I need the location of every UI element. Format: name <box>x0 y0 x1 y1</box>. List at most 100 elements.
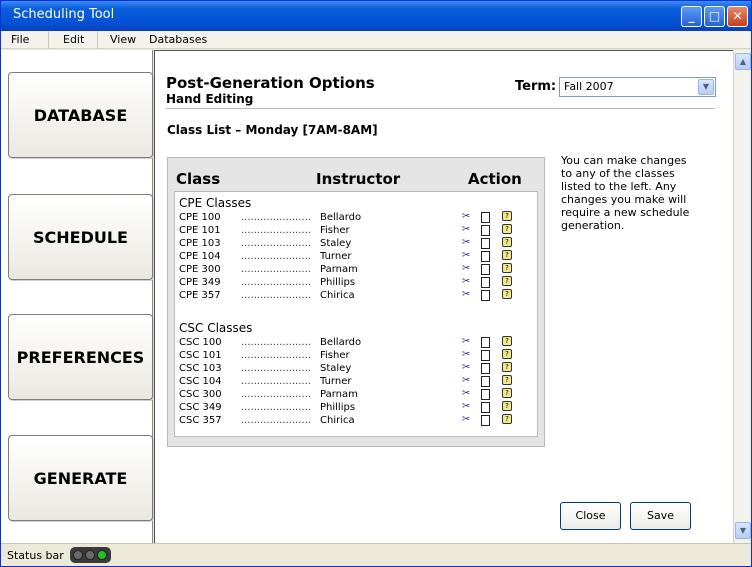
instructor-name[interactable]: Phillips <box>320 276 355 289</box>
help-bubble-icon[interactable]: ? <box>502 237 512 250</box>
term-value: Fall 2007 <box>564 80 614 93</box>
chevron-down-icon[interactable]: ▼ <box>698 79 714 95</box>
instructor-name[interactable]: Turner <box>320 375 351 388</box>
document-icon[interactable] <box>481 250 491 263</box>
document-icon[interactable] <box>481 362 491 375</box>
menu-separator <box>97 31 98 49</box>
help-bubble-icon[interactable]: ? <box>502 263 512 276</box>
document-icon[interactable] <box>481 211 491 224</box>
table-row: CPE 357...................... Chirica ✂? <box>179 289 533 302</box>
instructor-name[interactable]: Bellardo <box>320 211 361 224</box>
scissors-icon[interactable]: ✂ <box>462 211 472 224</box>
page-subtitle: Hand Editing <box>166 92 254 106</box>
scroll-down-icon[interactable]: ▼ <box>735 522 751 539</box>
document-icon[interactable] <box>481 336 491 349</box>
group-title: CSC Classes <box>179 321 253 335</box>
window-title: Scheduling Tool <box>13 7 115 22</box>
help-bubble-icon[interactable]: ? <box>502 375 512 388</box>
scissors-icon[interactable]: ✂ <box>462 237 472 250</box>
scroll-up-icon[interactable]: ▲ <box>735 53 751 70</box>
scissors-icon[interactable]: ✂ <box>462 375 472 388</box>
menu-databases[interactable]: Databases <box>149 33 207 46</box>
class-code: CPE 100 <box>179 212 221 223</box>
help-bubble-icon[interactable]: ? <box>502 414 512 427</box>
document-icon[interactable] <box>481 289 491 302</box>
help-bubble-icon[interactable]: ? <box>502 401 512 414</box>
sidebar: DATABASE SCHEDULE PREFERENCES GENERATE <box>1 50 153 543</box>
instructor-name[interactable]: Staley <box>320 362 351 375</box>
preferences-button[interactable]: PREFERENCES <box>8 314 153 400</box>
instructor-name[interactable]: Chirica <box>320 289 355 302</box>
scissors-icon[interactable]: ✂ <box>462 289 472 302</box>
document-icon[interactable] <box>481 276 491 289</box>
close-window-button[interactable]: ✕ <box>727 6 748 27</box>
main-panel: Post-Generation Options Hand Editing Ter… <box>154 50 733 543</box>
document-icon[interactable] <box>481 224 491 237</box>
app-window: Scheduling Tool _ □ ✕ File Edit View Dat… <box>0 0 752 567</box>
scissors-icon[interactable]: ✂ <box>462 250 472 263</box>
dot-leader: ...................... <box>241 277 311 288</box>
document-icon[interactable] <box>481 375 491 388</box>
document-icon[interactable] <box>481 263 491 276</box>
instructor-name[interactable]: Staley <box>320 237 351 250</box>
title-bar[interactable]: Scheduling Tool _ □ ✕ <box>1 1 751 31</box>
scissors-icon[interactable]: ✂ <box>462 336 472 349</box>
instructor-name[interactable]: Fisher <box>320 349 350 362</box>
instructor-name[interactable]: Bellardo <box>320 336 361 349</box>
schedule-button[interactable]: SCHEDULE <box>8 194 153 280</box>
save-button[interactable]: Save <box>630 502 691 530</box>
help-bubble-icon[interactable]: ? <box>502 349 512 362</box>
instructor-name[interactable]: Phillips <box>320 401 355 414</box>
document-icon[interactable] <box>481 388 491 401</box>
class-code: CPE 349 <box>179 277 221 288</box>
class-code: CSC 357 <box>179 415 222 426</box>
menu-view[interactable]: View <box>110 33 136 46</box>
minimize-button[interactable]: _ <box>681 6 702 27</box>
close-button[interactable]: Close <box>560 502 621 530</box>
menu-file[interactable]: File <box>11 33 29 46</box>
status-light-icon <box>97 550 107 560</box>
scissors-icon[interactable]: ✂ <box>462 276 472 289</box>
class-list-title: Class List – Monday [7AM-8AM] <box>167 123 378 137</box>
menu-edit[interactable]: Edit <box>63 33 84 46</box>
help-bubble-icon[interactable]: ? <box>502 211 512 224</box>
instructor-name[interactable]: Turner <box>320 250 351 263</box>
help-bubble-icon[interactable]: ? <box>502 224 512 237</box>
scissors-icon[interactable]: ✂ <box>462 362 472 375</box>
maximize-button[interactable]: □ <box>704 6 725 27</box>
term-select[interactable]: Fall 2007 ▼ <box>559 77 716 97</box>
document-icon[interactable] <box>481 414 491 427</box>
class-code: CPE 101 <box>179 225 221 236</box>
document-icon[interactable] <box>481 401 491 414</box>
scissors-icon[interactable]: ✂ <box>462 414 472 427</box>
dot-leader: ...................... <box>241 402 311 413</box>
instructor-name[interactable]: Chirica <box>320 414 355 427</box>
help-bubble-icon[interactable]: ? <box>502 336 512 349</box>
database-button[interactable]: DATABASE <box>8 72 153 158</box>
vertical-scrollbar[interactable]: ▲ ▼ <box>733 50 751 543</box>
help-bubble-icon[interactable]: ? <box>502 388 512 401</box>
class-code: CSC 101 <box>179 350 222 361</box>
help-bubble-icon[interactable]: ? <box>502 362 512 375</box>
document-icon[interactable] <box>481 349 491 362</box>
scissors-icon[interactable]: ✂ <box>462 349 472 362</box>
class-code: CSC 103 <box>179 363 222 374</box>
help-bubble-icon[interactable]: ? <box>502 276 512 289</box>
table-row: CSC 103...................... Staley ✂? <box>179 362 533 375</box>
generate-button[interactable]: GENERATE <box>8 435 153 521</box>
scissors-icon[interactable]: ✂ <box>462 388 472 401</box>
scissors-icon[interactable]: ✂ <box>462 401 472 414</box>
table-row: CPE 300...................... Parnam ✂? <box>179 263 533 276</box>
help-bubble-icon[interactable]: ? <box>502 289 512 302</box>
instructor-name[interactable]: Fisher <box>320 224 350 237</box>
table-row: CPE 100...................... Bellardo ✂? <box>179 211 533 224</box>
class-code: CSC 300 <box>179 389 222 400</box>
instructor-name[interactable]: Parnam <box>320 388 358 401</box>
help-bubble-icon[interactable]: ? <box>502 250 512 263</box>
scissors-icon[interactable]: ✂ <box>462 263 472 276</box>
class-code: CSC 349 <box>179 402 222 413</box>
scissors-icon[interactable]: ✂ <box>462 224 472 237</box>
dot-leader: ...................... <box>241 389 311 400</box>
instructor-name[interactable]: Parnam <box>320 263 358 276</box>
document-icon[interactable] <box>481 237 491 250</box>
